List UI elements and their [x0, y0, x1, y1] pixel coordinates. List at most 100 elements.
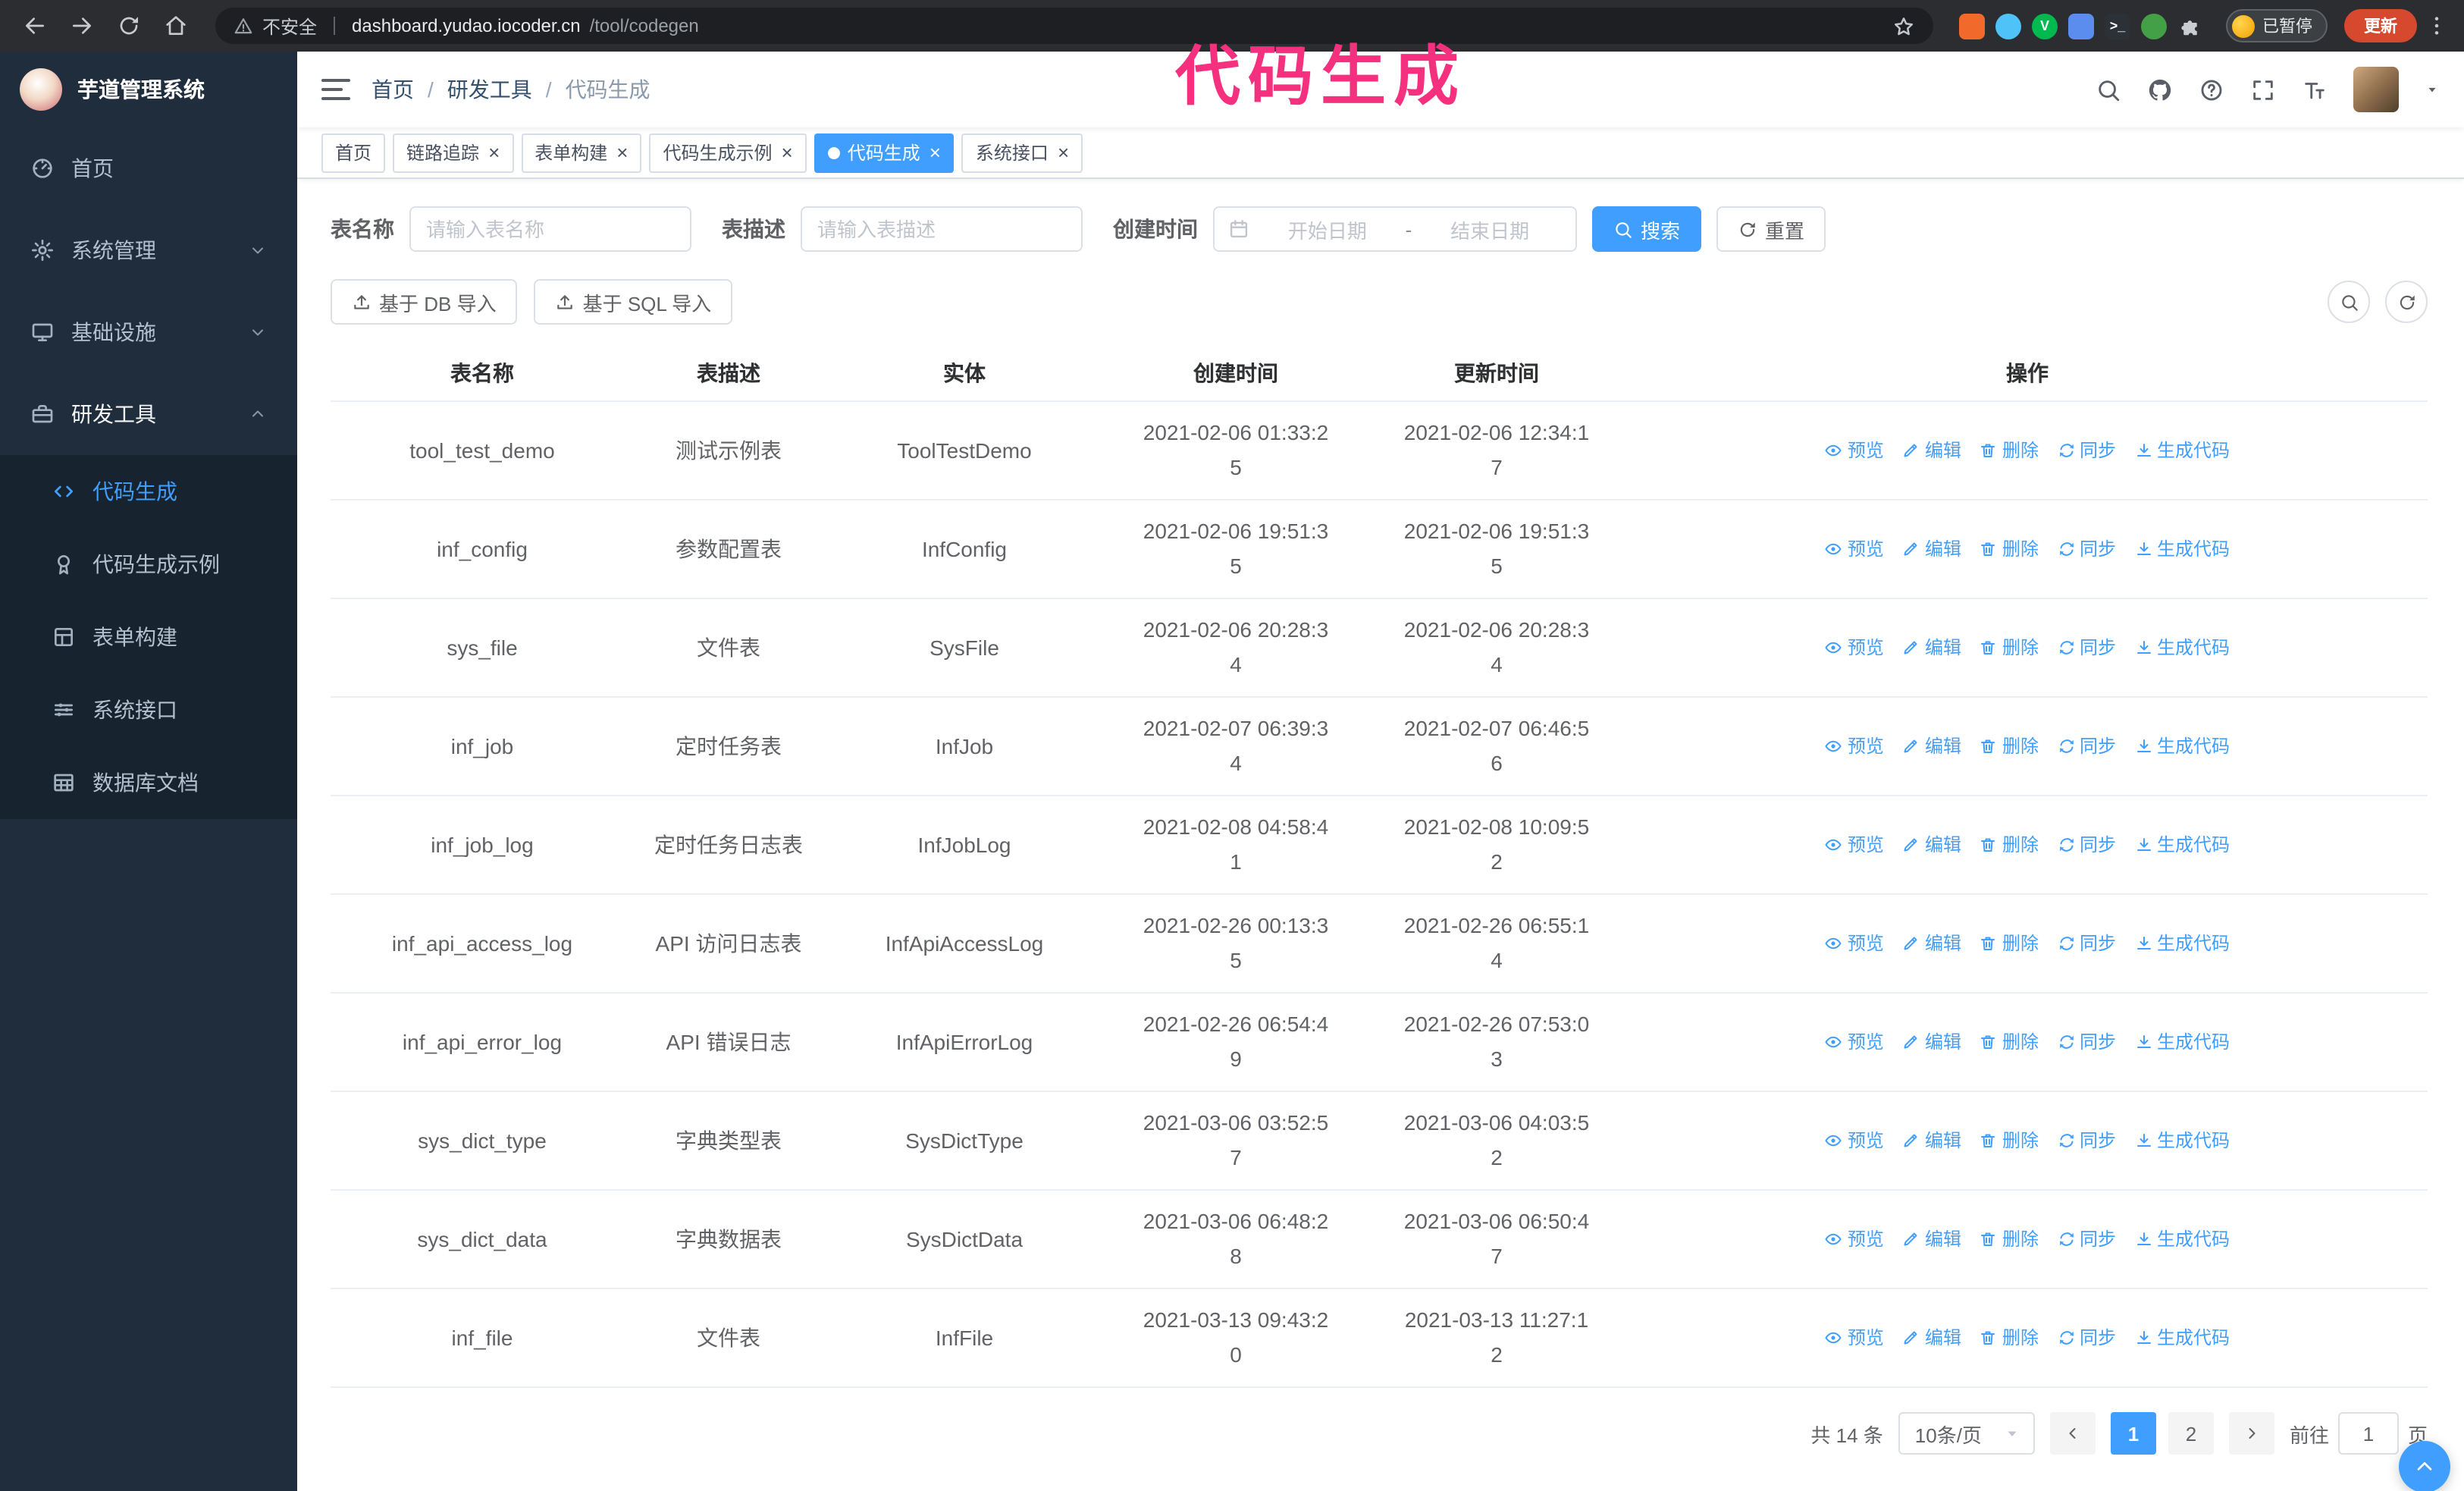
breadcrumb-home[interactable]: 首页	[371, 74, 414, 105]
preview-link[interactable]: 预览	[1825, 827, 1884, 862]
page-button-1[interactable]: 1	[2110, 1412, 2156, 1455]
generate-code-link[interactable]: 生成代码	[2134, 729, 2230, 764]
generate-code-link[interactable]: 生成代码	[2134, 630, 2230, 665]
delete-link[interactable]: 删除	[1980, 1320, 2039, 1355]
create-time-range-picker[interactable]: 开始日期 - 结束日期	[1213, 206, 1577, 252]
edit-link[interactable]: 编辑	[1902, 1222, 1961, 1257]
generate-code-link[interactable]: 生成代码	[2134, 433, 2230, 468]
tab-codegen-example[interactable]: 代码生成示例 ×	[649, 133, 807, 172]
tab-codegen[interactable]: 代码生成 ×	[813, 133, 955, 172]
refresh-table-button[interactable]	[2385, 281, 2428, 323]
app-logo[interactable]: 芋道管理系统	[0, 52, 297, 127]
header-search-icon[interactable]	[2096, 77, 2121, 102]
generate-code-link[interactable]: 生成代码	[2134, 1320, 2230, 1355]
import-db-button[interactable]: 基于 DB 导入	[331, 279, 518, 325]
browser-home-button[interactable]	[156, 6, 196, 46]
sidebar-toggle-icon[interactable]	[321, 79, 350, 100]
github-icon[interactable]	[2147, 77, 2173, 102]
sync-link[interactable]: 同步	[2057, 926, 2116, 961]
close-icon[interactable]: ×	[488, 143, 500, 162]
close-icon[interactable]: ×	[1058, 143, 1069, 162]
sidebar-item-home[interactable]: 首页	[0, 127, 297, 209]
sync-link[interactable]: 同步	[2057, 729, 2116, 764]
sidebar-item-database-doc[interactable]: 数据库文档	[0, 746, 297, 819]
page-size-select[interactable]: 10条/页	[1898, 1412, 2035, 1455]
extension-orange-icon[interactable]	[1959, 13, 1985, 39]
table-desc-input[interactable]	[801, 206, 1083, 252]
page-button-2[interactable]: 2	[2168, 1412, 2214, 1455]
edit-link[interactable]: 编辑	[1902, 1123, 1961, 1158]
delete-link[interactable]: 删除	[1980, 729, 2039, 764]
preview-link[interactable]: 预览	[1825, 1222, 1884, 1257]
tab-form-builder[interactable]: 表单构建 ×	[521, 133, 642, 172]
preview-link[interactable]: 预览	[1825, 1025, 1884, 1059]
edit-link[interactable]: 编辑	[1902, 1025, 1961, 1059]
extension-terminal-icon[interactable]: >_	[2105, 13, 2130, 39]
preview-link[interactable]: 预览	[1825, 1320, 1884, 1355]
delete-link[interactable]: 删除	[1980, 1123, 2039, 1158]
sidebar-item-code-generation-example[interactable]: 代码生成示例	[0, 528, 297, 601]
font-size-icon[interactable]	[2302, 77, 2328, 102]
sidebar-item-code-generation[interactable]: 代码生成	[0, 455, 297, 528]
breadcrumb-devtools[interactable]: 研发工具	[447, 74, 532, 105]
edit-link[interactable]: 编辑	[1902, 433, 1961, 468]
sidebar-item-infrastructure[interactable]: 基础设施	[0, 291, 297, 373]
table-name-input[interactable]	[409, 206, 691, 252]
extension-people-icon[interactable]	[2068, 13, 2094, 39]
preview-link[interactable]: 预览	[1825, 729, 1884, 764]
generate-code-link[interactable]: 生成代码	[2134, 1222, 2230, 1257]
extensions-puzzle-icon[interactable]	[2177, 13, 2203, 39]
user-avatar[interactable]	[2353, 67, 2399, 112]
close-icon[interactable]: ×	[782, 143, 793, 162]
sidebar-item-form-builder[interactable]: 表单构建	[0, 601, 297, 673]
generate-code-link[interactable]: 生成代码	[2134, 926, 2230, 961]
sync-link[interactable]: 同步	[2057, 1222, 2116, 1257]
floating-action-button[interactable]	[2399, 1441, 2450, 1491]
extension-blue-drop-icon[interactable]	[1995, 13, 2021, 39]
generate-code-link[interactable]: 生成代码	[2134, 1123, 2230, 1158]
tab-system-api[interactable]: 系统接口 ×	[961, 133, 1083, 172]
preview-link[interactable]: 预览	[1825, 433, 1884, 468]
edit-link[interactable]: 编辑	[1902, 1320, 1961, 1355]
sync-link[interactable]: 同步	[2057, 433, 2116, 468]
sync-link[interactable]: 同步	[2057, 1320, 2116, 1355]
sidebar-item-dev-tools[interactable]: 研发工具	[0, 373, 297, 455]
edit-link[interactable]: 编辑	[1902, 926, 1961, 961]
browser-reload-button[interactable]	[109, 6, 149, 46]
sync-link[interactable]: 同步	[2057, 630, 2116, 665]
reset-button[interactable]: 重置	[1716, 206, 1826, 252]
browser-menu-icon[interactable]	[2425, 14, 2449, 38]
browser-update-button[interactable]: 更新	[2344, 9, 2417, 42]
sync-link[interactable]: 同步	[2057, 1123, 2116, 1158]
browser-back-button[interactable]	[15, 6, 55, 46]
fullscreen-icon[interactable]	[2250, 77, 2276, 102]
tab-home[interactable]: 首页	[321, 133, 386, 172]
sync-link[interactable]: 同步	[2057, 1025, 2116, 1059]
extension-leaf-icon[interactable]	[2141, 13, 2167, 39]
generate-code-link[interactable]: 生成代码	[2134, 1025, 2230, 1059]
sync-link[interactable]: 同步	[2057, 827, 2116, 862]
delete-link[interactable]: 删除	[1980, 926, 2039, 961]
bookmark-star-icon[interactable]	[1892, 14, 1915, 37]
preview-link[interactable]: 预览	[1825, 1123, 1884, 1158]
tab-trace[interactable]: 链路追踪 ×	[393, 133, 514, 172]
import-sql-button[interactable]: 基于 SQL 导入	[534, 279, 733, 325]
generate-code-link[interactable]: 生成代码	[2134, 532, 2230, 567]
help-icon[interactable]	[2199, 77, 2224, 102]
next-page-button[interactable]	[2228, 1412, 2274, 1455]
sidebar-item-system-api[interactable]: 系统接口	[0, 673, 297, 746]
avatar-caret-down-icon[interactable]	[2425, 82, 2440, 97]
browser-address-bar[interactable]: 不安全 dashboard.yudao.iocoder.cn/tool/code…	[215, 8, 1933, 44]
edit-link[interactable]: 编辑	[1902, 729, 1961, 764]
profile-paused-badge[interactable]: 已暂停	[2226, 9, 2328, 42]
toggle-search-button[interactable]	[2328, 281, 2370, 323]
search-button[interactable]: 搜索	[1592, 206, 1702, 252]
delete-link[interactable]: 删除	[1980, 827, 2039, 862]
delete-link[interactable]: 删除	[1980, 532, 2039, 567]
sidebar-item-system-management[interactable]: 系统管理	[0, 209, 297, 291]
preview-link[interactable]: 预览	[1825, 532, 1884, 567]
edit-link[interactable]: 编辑	[1902, 630, 1961, 665]
delete-link[interactable]: 删除	[1980, 433, 2039, 468]
prev-page-button[interactable]	[2049, 1412, 2096, 1455]
preview-link[interactable]: 预览	[1825, 926, 1884, 961]
